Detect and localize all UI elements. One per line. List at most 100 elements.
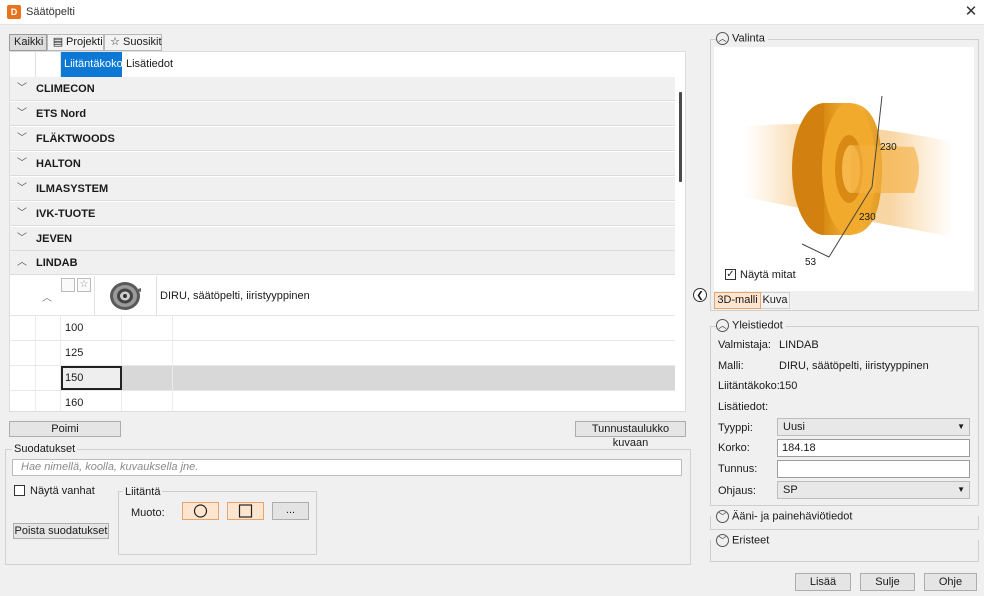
- show-old-label: Näytä vanhat: [30, 485, 95, 497]
- chevron-up-icon: ︿: [716, 319, 729, 332]
- group-row[interactable]: ﹀ ILMASYSTEM: [10, 177, 675, 201]
- group-row[interactable]: ﹀ IVK-TUOTE: [10, 202, 675, 226]
- id-label: Tunnus:: [718, 463, 758, 475]
- type-select[interactable]: Uusi ▼: [777, 418, 970, 436]
- group-row[interactable]: ﹀ ETS Nord: [10, 102, 675, 126]
- tab-all[interactable]: Kaikki: [9, 34, 47, 51]
- column-header-size[interactable]: Liitäntäkoko: [61, 52, 123, 77]
- id-input[interactable]: [777, 460, 970, 478]
- folder-icon: ▤: [52, 36, 64, 48]
- group-name: ILMASYSTEM: [36, 183, 109, 195]
- clear-filters-button[interactable]: Poista suodatukset: [13, 523, 109, 539]
- select-checkbox[interactable]: [61, 278, 75, 292]
- dimension-label: 230: [880, 142, 897, 153]
- group-name: FLÄKTWOODS: [36, 133, 115, 145]
- product-thumbnail: [94, 276, 157, 316]
- product-row[interactable]: ︿ ☆ DIRU, säätöpelti, iiristyyppinen: [10, 276, 675, 316]
- add-button[interactable]: Lisää: [795, 573, 851, 591]
- show-dimensions-label: Näytä mitat: [740, 269, 796, 281]
- 3d-viewer[interactable]: 230 230 53 ✓ Näytä mitat: [714, 47, 974, 291]
- group-row[interactable]: ﹀ CLIMECON: [10, 77, 675, 101]
- control-value: SP: [783, 484, 798, 496]
- sound-header[interactable]: ﹀ Ääni- ja painehäviötiedot: [716, 510, 856, 523]
- tab-all-label: Kaikki: [14, 36, 44, 48]
- round-shape-button[interactable]: [182, 502, 219, 520]
- size-row[interactable]: 160: [10, 391, 675, 411]
- scrollbar-thumb[interactable]: [679, 92, 682, 182]
- product-list[interactable]: Liitäntäkoko Lisätiedot ﹀ CLIMECON ﹀ ETS N…: [9, 51, 686, 412]
- chevron-down-icon: ﹀: [17, 233, 27, 244]
- product-description: DIRU, säätöpelti, iiristyyppinen: [160, 290, 310, 302]
- show-old-checkbox[interactable]: [14, 485, 25, 496]
- help-button[interactable]: Ohje: [924, 573, 977, 591]
- chevron-down-icon: ﹀: [17, 208, 27, 219]
- general-info-title: Yleistiedot: [732, 319, 783, 332]
- group-row[interactable]: ︿ LINDAB: [10, 251, 675, 275]
- chevron-down-icon: ﹀: [17, 83, 27, 94]
- chevron-down-icon: ﹀: [17, 133, 27, 144]
- show-dimensions-checkbox[interactable]: ✓: [725, 269, 736, 280]
- size-value: 100: [61, 316, 122, 340]
- chevron-down-icon: ﹀: [17, 183, 27, 194]
- size-value: 150: [61, 366, 122, 390]
- model-value: DIRU, säätöpelti, iiristyyppinen: [779, 360, 929, 372]
- more-shapes-button[interactable]: ...: [272, 502, 309, 520]
- chevron-down-icon: ▼: [957, 422, 965, 431]
- general-info-header[interactable]: ︿ Yleistiedot: [716, 319, 786, 332]
- general-info-group: [710, 326, 979, 506]
- group-name: JEVEN: [36, 233, 73, 245]
- window-title: Säätöpelti: [26, 6, 75, 18]
- chevron-up-icon: ︿: [17, 257, 27, 268]
- size-label: Liitäntäkoko:: [718, 380, 780, 392]
- column-header-info[interactable]: Lisätiedot: [122, 52, 182, 77]
- collapse-left-icon[interactable]: ❮: [693, 288, 707, 302]
- size-row-selected[interactable]: 150: [10, 366, 675, 391]
- group-name: CLIMECON: [36, 83, 95, 95]
- control-select[interactable]: SP ▼: [777, 481, 970, 499]
- tab-3d-model[interactable]: 3D-malli: [714, 292, 761, 309]
- close-button[interactable]: Sulje: [860, 573, 915, 591]
- size-value: 160: [61, 391, 122, 411]
- type-value: Uusi: [783, 421, 806, 433]
- tab-project[interactable]: ▤ Projekti: [47, 34, 104, 51]
- insulation-title: Eristeet: [732, 534, 770, 547]
- group-name: ETS Nord: [36, 108, 87, 120]
- rect-shape-button[interactable]: [227, 502, 264, 520]
- type-label: Tyyppi:: [718, 422, 753, 434]
- dimension-label: 230: [859, 212, 876, 223]
- connection-title: Liitäntä: [123, 486, 163, 498]
- tab-project-label: Projekti: [66, 36, 103, 48]
- group-name: LINDAB: [36, 257, 78, 269]
- chevron-up-icon: ︿: [716, 32, 729, 45]
- sound-title: Ääni- ja painehäviötiedot: [732, 510, 853, 523]
- tab-favorites[interactable]: ☆ Suosikit: [104, 34, 162, 51]
- column-header-blank: [36, 52, 61, 77]
- chevron-down-icon: ▼: [957, 485, 965, 494]
- column-header-blank: [10, 52, 36, 77]
- close-icon[interactable]: ✕: [962, 3, 980, 21]
- search-input[interactable]: Hae nimellä, koolla, kuvauksella jne.: [12, 459, 682, 476]
- pick-button[interactable]: Poimi: [9, 421, 121, 437]
- group-row[interactable]: ﹀ JEVEN: [10, 227, 675, 251]
- shape-label: Muoto:: [131, 507, 165, 519]
- chevron-down-icon: ﹀: [716, 534, 729, 547]
- chevron-down-icon: ﹀: [17, 158, 27, 169]
- insulation-header[interactable]: ﹀ Eristeet: [716, 534, 773, 547]
- connection-group: [118, 491, 317, 555]
- square-icon: [238, 504, 253, 518]
- selection-header[interactable]: ︿ Valinta: [716, 32, 768, 45]
- size-row[interactable]: 125: [10, 341, 675, 366]
- group-row[interactable]: ﹀ FLÄKTWOODS: [10, 127, 675, 151]
- info-label: Lisätiedot:: [718, 401, 769, 413]
- group-row[interactable]: ﹀ HALTON: [10, 152, 675, 176]
- model-label: Malli:: [718, 360, 744, 372]
- dimension-label: 53: [805, 257, 817, 268]
- code-table-button[interactable]: Tunnustaulukko kuvaan: [575, 421, 686, 449]
- size-row[interactable]: 100: [10, 316, 675, 341]
- tab-favorites-label: Suosikit: [123, 36, 162, 48]
- chevron-down-icon: ﹀: [716, 510, 729, 523]
- chevron-up-icon[interactable]: ︿: [42, 289, 52, 304]
- favorite-star-icon[interactable]: ☆: [77, 278, 91, 292]
- height-input[interactable]: 184.18: [777, 439, 970, 457]
- tab-image[interactable]: Kuva: [761, 292, 790, 309]
